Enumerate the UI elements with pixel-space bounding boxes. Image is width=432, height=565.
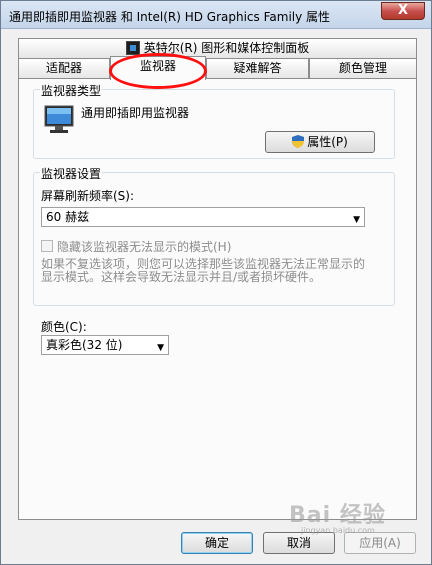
apply-button[interactable]: 应用(A) [344,532,416,554]
refresh-rate-label: 屏幕刷新频率(S): [41,189,135,203]
monitor-name: 通用即插即用监视器 [81,106,190,120]
tab-color-management-label: 颜色管理 [338,61,387,75]
baidu-watermark: Bai 经验 [289,503,386,528]
refresh-rate-dropdown[interactable]: 60 赫兹 ▼ [41,207,365,227]
refresh-rate-value: 60 赫兹 [46,210,90,224]
tab-monitor[interactable]: 监视器 [110,56,206,80]
monitor-type-label: 监视器类型 [40,82,103,99]
properties-dialog: 通用即插即用监视器 和 Intel(R) HD Graphics Family … [0,0,432,565]
monitor-tab-panel: 监视器类型 通用即插即用监视器 属性(P) 监视器设置 屏幕刷新频率(S): 6… [18,78,417,520]
close-button[interactable]: X [381,2,425,20]
cancel-button[interactable]: 取消 [263,532,335,554]
tab-color-management[interactable]: 颜色管理 [309,58,417,78]
shield-icon [292,135,305,148]
properties-button-label: 属性(P) [307,135,348,149]
chevron-down-icon: ▼ [157,343,164,353]
chevron-down-icon: ▼ [353,215,360,225]
monitor-settings-label: 监视器设置 [40,165,103,182]
monitor-properties-button[interactable]: 属性(P) [265,131,375,153]
baidu-watermark-url: jingyan.baidu.com [301,526,375,535]
hide-modes-label: 隐藏该监视器无法显示的模式(H) [57,240,232,254]
ok-button[interactable]: 确定 [181,532,253,554]
info-text-line2: 显示模式。这样会导致无法显示并且/或者损坏硬件。 [41,270,322,284]
tab-intel-graphics[interactable]: 英特尔(R) 图形和媒体控制面板 [18,38,417,58]
color-value: 真彩色(32 位) [46,338,123,352]
intel-graphics-icon [125,41,140,55]
tab-troubleshoot[interactable]: 疑难解答 [206,58,309,78]
tab-troubleshoot-label: 疑难解答 [233,61,282,75]
color-dropdown[interactable]: 真彩色(32 位) ▼ [41,335,169,355]
color-label: 颜色(C): [41,320,87,334]
tab-intel-graphics-label: 英特尔(R) 图形和媒体控制面板 [143,41,310,55]
tab-adapter-label: 适配器 [45,61,82,75]
title-bar[interactable]: 通用即插即用监视器 和 Intel(R) HD Graphics Family … [1,1,431,29]
tab-monitor-label: 监视器 [139,59,176,73]
monitor-icon [44,105,74,133]
window-title: 通用即插即用监视器 和 Intel(R) HD Graphics Family … [9,10,331,24]
tab-adapter[interactable]: 适配器 [18,58,110,78]
hide-modes-checkbox[interactable] [41,240,53,252]
